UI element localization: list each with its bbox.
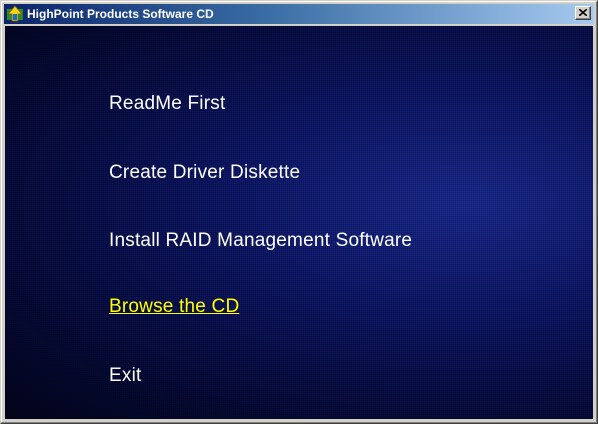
installer-window: HighPoint Products Software CD ReadMe Fi…	[0, 0, 598, 424]
close-x-icon	[579, 9, 587, 16]
highpoint-logo-icon	[6, 5, 24, 23]
window-title: HighPoint Products Software CD	[27, 7, 214, 21]
readme-first-link[interactable]: ReadMe First	[109, 93, 225, 115]
close-button[interactable]	[575, 6, 591, 20]
browse-the-cd-link[interactable]: Browse the CD	[109, 296, 239, 318]
install-raid-management-software-link[interactable]: Install RAID Management Software	[109, 230, 412, 252]
exit-link[interactable]: Exit	[109, 365, 141, 387]
title-bar[interactable]: HighPoint Products Software CD	[4, 4, 594, 24]
menu-panel: ReadMe First Create Driver Diskette Inst…	[5, 26, 593, 419]
create-driver-diskette-link[interactable]: Create Driver Diskette	[109, 162, 300, 184]
